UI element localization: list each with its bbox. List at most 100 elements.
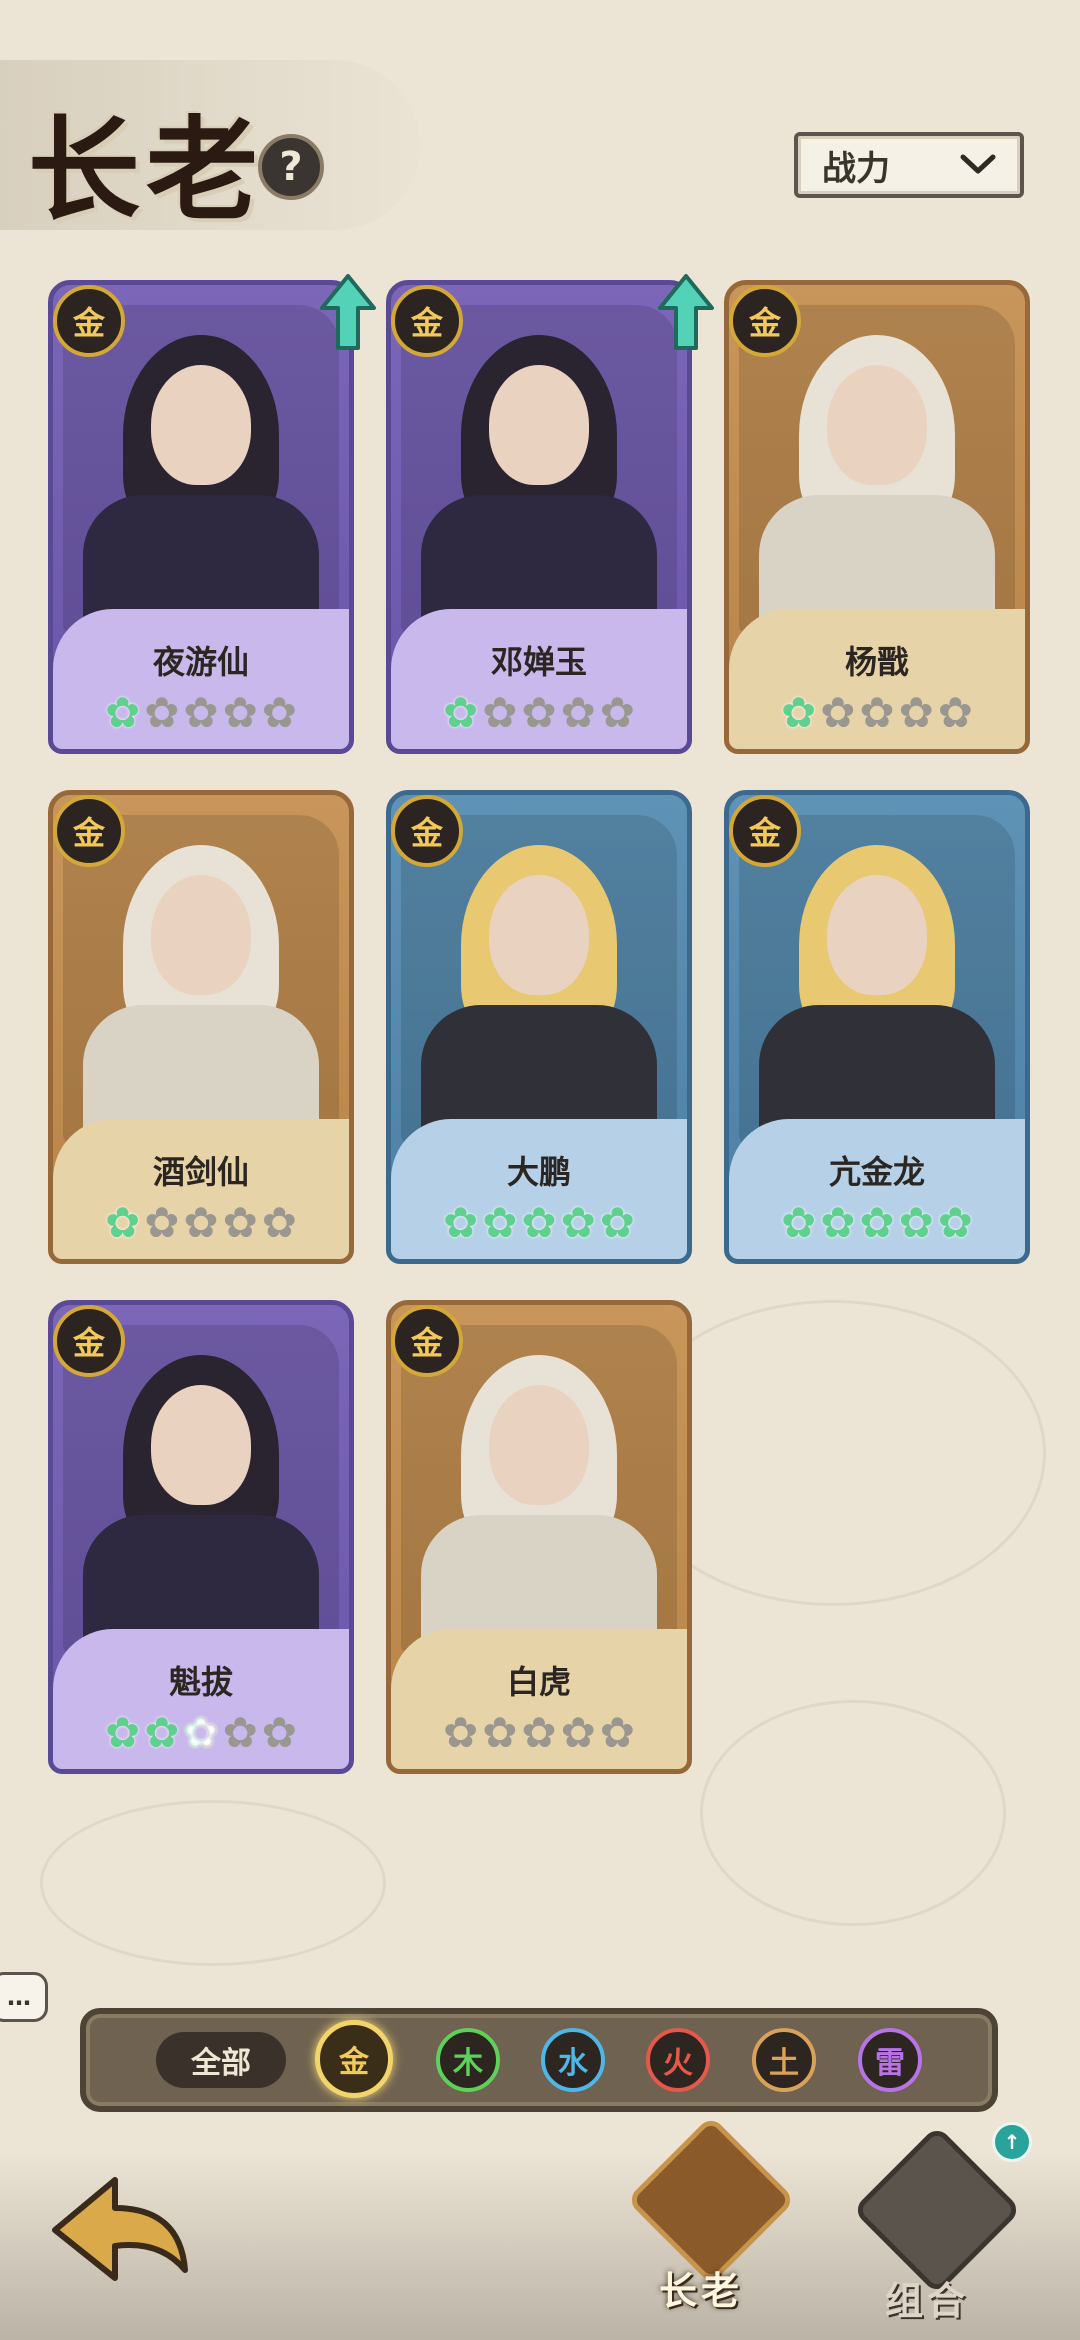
hero-portrait	[739, 815, 1015, 1155]
star-icon: ✿	[482, 1708, 518, 1757]
hero-star-rating: ✿ ✿ ✿ ✿ ✿	[391, 691, 687, 735]
hero-face	[827, 875, 927, 995]
page-title: 长老	[28, 105, 264, 236]
star-icon: ✿	[560, 1198, 596, 1247]
star-icon: ✿	[820, 688, 856, 737]
element-badge-icon: 金	[391, 795, 463, 867]
hero-name: 夜游仙	[152, 643, 249, 681]
star-icon: ✿	[222, 1198, 258, 1247]
star-icon: ✿	[442, 1198, 479, 1247]
tab-elders[interactable]: 长老	[616, 2115, 796, 2330]
hero-face	[489, 1385, 589, 1505]
hero-card[interactable]: 亢金龙 ✿ ✿ ✿ ✿ ✿ 金	[724, 790, 1030, 1264]
star-icon: ✿	[183, 1708, 219, 1757]
hero-star-rating: ✿ ✿ ✿ ✿ ✿	[391, 1201, 687, 1245]
filter-element-1[interactable]: 金	[315, 2020, 393, 2098]
element-badge-icon: 金	[53, 1305, 125, 1377]
element-badge-icon: 金	[53, 795, 125, 867]
chevron-down-icon	[960, 154, 996, 174]
help-icon[interactable]: ?	[258, 134, 324, 200]
hero-name: 白虎	[506, 1663, 571, 1701]
hero-star-rating: ✿ ✿ ✿ ✿ ✿	[729, 1201, 1025, 1245]
hero-card[interactable]: 大鹏 ✿ ✿ ✿ ✿ ✿ 金	[386, 790, 692, 1264]
star-icon: ✿	[144, 1708, 180, 1757]
hero-face	[151, 1385, 251, 1505]
hero-card[interactable]: 夜游仙 ✿ ✿ ✿ ✿ ✿ 金	[48, 280, 354, 754]
tab-combination-label: 组合	[884, 2279, 969, 2323]
hero-name: 大鹏	[506, 1153, 571, 1191]
hero-portrait	[401, 305, 677, 645]
element-badge-icon: 金	[53, 285, 125, 357]
star-icon: ✿	[442, 1708, 479, 1757]
back-button[interactable]	[40, 2160, 200, 2310]
star-icon: ✿	[859, 688, 895, 737]
filter-element-3[interactable]: 水	[541, 2028, 605, 2092]
star-icon: ✿	[261, 688, 297, 737]
hero-portrait	[63, 1325, 339, 1665]
star-icon: ✿	[898, 1198, 934, 1247]
star-icon: ✿	[261, 1708, 297, 1757]
star-icon: ✿	[222, 688, 258, 737]
star-icon: ✿	[482, 1198, 518, 1247]
hero-card[interactable]: 白虎 ✿ ✿ ✿ ✿ ✿ 金	[386, 1300, 692, 1774]
star-icon: ✿	[937, 1198, 973, 1247]
star-icon: ✿	[560, 1708, 596, 1757]
tab-elders-label: 长老	[658, 2269, 743, 2313]
hero-name: 杨戬	[844, 643, 909, 681]
hero-name: 亢金龙	[828, 1153, 925, 1191]
star-icon: ✿	[442, 688, 479, 737]
hero-card[interactable]: 酒剑仙 ✿ ✿ ✿ ✿ ✿ 金	[48, 790, 354, 1264]
hero-face	[151, 875, 251, 995]
filter-all-button[interactable]: 全部	[156, 2032, 286, 2088]
star-icon: ✿	[521, 1708, 557, 1757]
star-icon: ✿	[599, 1708, 635, 1757]
filter-element-2[interactable]: 木	[436, 2028, 500, 2092]
star-icon: ✿	[183, 1198, 219, 1247]
star-icon: ✿	[780, 688, 817, 737]
chat-bubble-icon[interactable]: …	[0, 1972, 48, 2022]
hero-star-rating: ✿ ✿ ✿ ✿ ✿	[53, 1201, 349, 1245]
hero-portrait	[401, 815, 677, 1155]
filter-element-5[interactable]: 土	[752, 2028, 816, 2092]
back-arrow-icon	[52, 2177, 188, 2281]
filter-element-4[interactable]: 火	[646, 2028, 710, 2092]
star-icon: ✿	[898, 688, 934, 737]
star-icon: ✿	[599, 688, 635, 737]
hero-card[interactable]: 杨戬 ✿ ✿ ✿ ✿ ✿ 金	[724, 280, 1030, 754]
star-icon: ✿	[104, 688, 141, 737]
star-icon: ✿	[144, 1198, 180, 1247]
hero-card[interactable]: 魁拔 ✿ ✿ ✿ ✿ ✿ 金	[48, 1300, 354, 1774]
hero-face	[151, 365, 251, 485]
star-icon: ✿	[859, 1198, 895, 1247]
hero-portrait	[739, 305, 1015, 645]
tab-combination[interactable]: 组合	[842, 2125, 1022, 2340]
hero-card[interactable]: 邓婵玉 ✿ ✿ ✿ ✿ ✿ 金	[386, 280, 692, 754]
star-icon: ✿	[820, 1198, 856, 1247]
hero-portrait	[63, 305, 339, 645]
star-icon: ✿	[521, 1198, 557, 1247]
element-badge-icon: 金	[729, 285, 801, 357]
background-cloud	[700, 1700, 1006, 1926]
hero-face	[827, 365, 927, 485]
sort-label: 战力	[822, 148, 890, 189]
sort-dropdown[interactable]: 战力	[794, 132, 1024, 198]
element-filter-bar: 全部 金木水火土雷	[80, 2008, 998, 2112]
filter-element-6[interactable]: 雷	[858, 2028, 922, 2092]
star-icon: ✿	[104, 1708, 141, 1757]
star-icon: ✿	[937, 688, 973, 737]
upgrade-arrow-icon	[656, 272, 716, 352]
hero-portrait	[401, 1325, 677, 1665]
star-icon: ✿	[599, 1198, 635, 1247]
star-icon: ✿	[780, 1198, 817, 1247]
hero-star-rating: ✿ ✿ ✿ ✿ ✿	[53, 691, 349, 735]
hero-face	[489, 365, 589, 485]
hero-name: 酒剑仙	[152, 1153, 249, 1191]
star-icon: ✿	[482, 688, 518, 737]
element-badge-icon: 金	[391, 285, 463, 357]
hero-star-rating: ✿ ✿ ✿ ✿ ✿	[53, 1711, 349, 1755]
star-icon: ✿	[104, 1198, 141, 1247]
hero-name: 邓婵玉	[490, 643, 587, 681]
star-icon: ✿	[560, 688, 596, 737]
star-icon: ✿	[261, 1198, 297, 1247]
hero-star-rating: ✿ ✿ ✿ ✿ ✿	[729, 691, 1025, 735]
